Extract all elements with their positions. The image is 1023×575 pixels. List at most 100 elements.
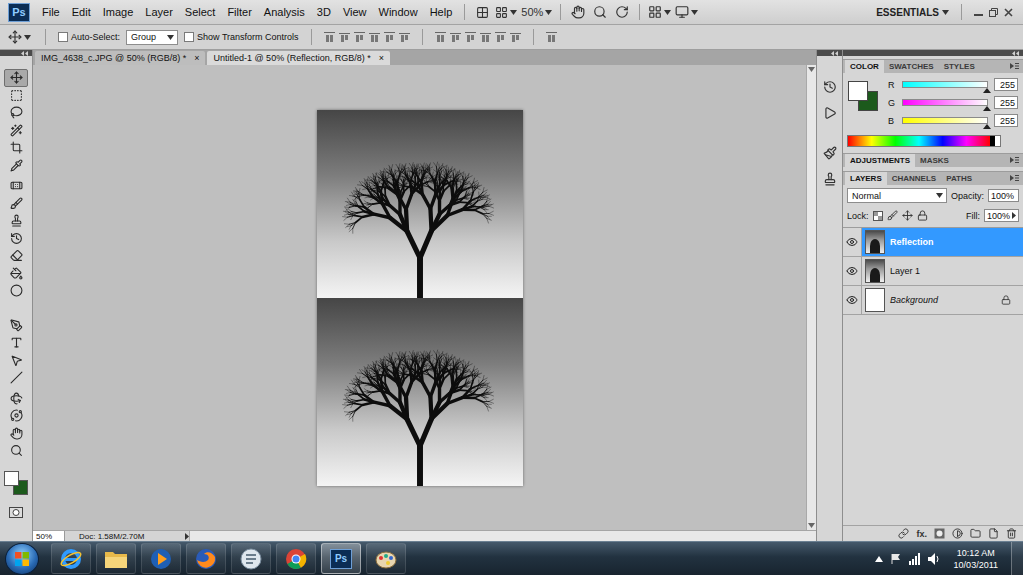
panel-tab[interactable]: STYLES [939, 60, 980, 73]
foreground-color[interactable] [4, 471, 19, 486]
document-tab[interactable]: IMG_4638_c.JPG @ 50% (RGB/8) *× [35, 51, 205, 65]
lock-pixels-icon[interactable] [887, 210, 898, 221]
show-desktop-button[interactable] [1011, 542, 1023, 575]
tool-preset-picker[interactable] [6, 28, 33, 47]
auto-select-target-select[interactable]: Group [126, 30, 178, 45]
trash-icon[interactable] [1006, 528, 1017, 539]
slider-marker[interactable] [983, 124, 991, 129]
fill-field[interactable]: 100% [984, 209, 1019, 222]
rotate-view-button[interactable] [611, 3, 633, 22]
minimize-icon[interactable] [974, 8, 983, 17]
lock-transparency-icon[interactable] [873, 211, 883, 221]
horizontal-scrollbar[interactable] [189, 531, 816, 541]
panel-tab[interactable]: LAYERS [845, 172, 887, 185]
visibility-toggle[interactable] [843, 228, 862, 256]
hand-button[interactable] [567, 3, 589, 22]
close-tab-button[interactable]: × [194, 53, 199, 63]
tool-button[interactable] [4, 177, 28, 195]
tool-button[interactable] [4, 195, 28, 213]
tool-button[interactable] [4, 265, 28, 283]
document[interactable] [317, 110, 523, 486]
clone-source-panel-button[interactable] [823, 170, 837, 188]
tool-button[interactable] [4, 334, 28, 352]
panel-menu-icon[interactable] [1010, 63, 1019, 69]
clock[interactable]: 10:12 AM10/03/2011 [948, 547, 1004, 571]
document-tab[interactable]: Untitled-1 @ 50% (Reflection, RGB/8) *× [207, 51, 389, 65]
tool-button[interactable] [4, 139, 28, 157]
menu-item[interactable]: 3D [311, 6, 337, 18]
view-extras-button[interactable] [493, 3, 519, 22]
taskbar-app[interactable] [96, 543, 136, 574]
panel-tab[interactable]: COLOR [845, 60, 884, 73]
taskbar-app[interactable] [186, 543, 226, 574]
menu-item[interactable]: Help [424, 6, 459, 18]
tool-button[interactable] [4, 230, 28, 248]
foreground-color[interactable] [848, 81, 868, 101]
taskbar-app[interactable] [276, 543, 316, 574]
action-center-icon[interactable] [890, 553, 902, 565]
tool-button[interactable] [4, 352, 28, 370]
workspace-switcher[interactable]: ESSENTIALS [870, 7, 955, 18]
taskbar-app[interactable] [141, 543, 181, 574]
tool-button[interactable] [4, 317, 28, 335]
align-icon[interactable] [495, 32, 506, 43]
lock-position-icon[interactable] [902, 210, 913, 221]
layer-name[interactable]: Reflection [890, 237, 1023, 247]
panel-tab[interactable]: PATHS [941, 172, 977, 185]
tool-button[interactable] [4, 282, 28, 300]
panel-tab[interactable]: SWATCHES [884, 60, 939, 73]
arrange-documents-button[interactable] [646, 3, 673, 22]
collapse-icon[interactable] [21, 51, 29, 56]
zoom-button[interactable] [589, 3, 611, 22]
align-icon[interactable] [450, 32, 461, 43]
auto-select-option[interactable]: Auto-Select: [58, 32, 120, 42]
tool-button[interactable] [4, 104, 28, 122]
layer-row[interactable]: Reflection [843, 228, 1023, 257]
tool-button[interactable] [4, 87, 28, 105]
start-button[interactable] [5, 543, 39, 575]
align-icon[interactable] [324, 32, 335, 43]
color-ramp[interactable] [847, 135, 1001, 147]
slider-marker[interactable] [983, 88, 991, 93]
actions-panel-button[interactable] [823, 104, 837, 122]
adjustment-layer-icon[interactable] [952, 528, 963, 539]
taskbar-app[interactable] [231, 543, 271, 574]
layer-style-button[interactable]: fx. [916, 529, 927, 539]
tool-button[interactable] [4, 442, 28, 460]
align-icon[interactable] [399, 32, 410, 43]
layer-name[interactable]: Layer 1 [890, 266, 1023, 276]
brushes-panel-button[interactable] [823, 144, 837, 162]
tool-button[interactable] [4, 247, 28, 265]
channel-value[interactable]: 255 [994, 96, 1018, 109]
lock-all-icon[interactable] [917, 210, 928, 221]
close-tab-button[interactable]: × [379, 53, 384, 63]
menu-item[interactable]: Edit [66, 6, 97, 18]
channel-value[interactable]: 255 [994, 78, 1018, 91]
menu-item[interactable]: Window [373, 6, 424, 18]
menu-item[interactable]: Layer [139, 6, 179, 18]
quick-mask-button[interactable] [9, 504, 23, 522]
group-icon[interactable] [970, 528, 981, 539]
visibility-toggle[interactable] [843, 286, 862, 314]
link-icon[interactable] [898, 528, 909, 539]
slider-marker[interactable] [983, 106, 991, 111]
screen-mode-button[interactable] [673, 3, 700, 22]
panel-tab[interactable]: ADJUSTMENTS [845, 154, 915, 167]
auto-select-checkbox[interactable] [58, 32, 68, 42]
channel-slider[interactable] [902, 81, 988, 88]
tool-button[interactable] [4, 157, 28, 175]
mask-icon[interactable] [934, 528, 945, 539]
opacity-field[interactable]: 100% [988, 189, 1019, 202]
taskbar-app[interactable]: Ps [321, 543, 361, 574]
align-icon[interactable] [384, 32, 395, 43]
new-layer-icon[interactable] [988, 528, 999, 539]
align-icon[interactable] [480, 32, 491, 43]
menu-item[interactable]: Select [179, 6, 222, 18]
taskbar-app[interactable] [51, 543, 91, 574]
align-icon[interactable] [435, 32, 446, 43]
bridge-button[interactable] [471, 3, 493, 22]
menu-item[interactable]: Analysis [258, 6, 311, 18]
panel-tab[interactable]: MASKS [915, 154, 954, 167]
volume-icon[interactable] [928, 553, 941, 565]
align-icon[interactable] [510, 32, 521, 43]
